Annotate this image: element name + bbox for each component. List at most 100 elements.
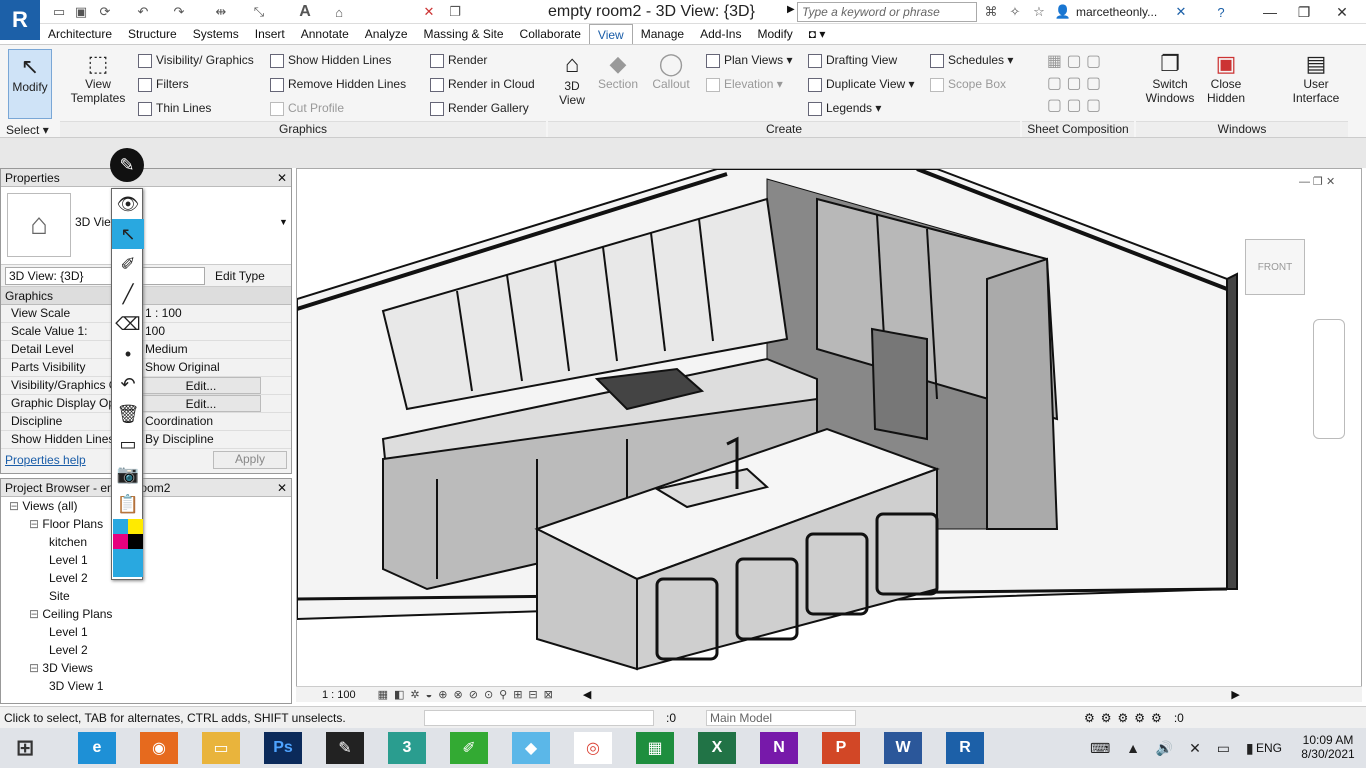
collapse-icon[interactable]: ⊟ — [29, 607, 42, 621]
render-button[interactable]: Render — [430, 53, 487, 68]
close-inactive-icon[interactable]: ✕ — [420, 3, 438, 21]
close-icon[interactable]: ✕ — [277, 171, 287, 185]
undo-icon[interactable]: ↶ — [112, 369, 144, 399]
redo-icon[interactable]: ↷ — [170, 3, 188, 21]
pen-app-icon[interactable]: ✎ — [326, 732, 364, 764]
binoculars-icon[interactable]: ⌘ — [982, 3, 1000, 21]
viewport-window-controls[interactable]: — ❐ ✕ — [1299, 175, 1335, 188]
property-value[interactable]: Coordination — [141, 413, 261, 430]
view-scale[interactable]: 1 : 100 — [322, 689, 356, 701]
browser-tree-item[interactable]: Level 1 — [1, 625, 291, 643]
remove-hidden-lines-button[interactable]: Remove Hidden Lines — [270, 77, 406, 92]
scope-box-button[interactable]: Scope Box — [930, 77, 1006, 92]
clipboard-icon[interactable]: 📋 — [112, 489, 144, 519]
search-expand-icon[interactable]: ▶ — [787, 4, 795, 15]
render-gallery-button[interactable]: Render Gallery — [430, 101, 529, 116]
instance-selector[interactable]: 3D View: {3D} — [5, 266, 205, 285]
close-icon[interactable]: ✕ — [277, 481, 287, 495]
kitchen-3d-model[interactable] — [296, 167, 1363, 687]
visibility-graphics-button[interactable]: Visibility/ Graphics — [138, 53, 254, 68]
modify-button[interactable]: ↖ Modify — [8, 49, 52, 119]
favorites-star-icon[interactable]: ☆ — [1030, 3, 1048, 21]
property-value[interactable]: 100 — [141, 323, 261, 340]
search-input[interactable]: Type a keyword or phrase — [797, 2, 977, 22]
property-row[interactable]: Detail Level Medium — [1, 341, 291, 359]
internet-explorer-icon[interactable]: e — [78, 732, 116, 764]
property-row[interactable]: Parts Visibility Show Original — [1, 359, 291, 377]
tab-collaborate[interactable]: Collaborate — [512, 24, 589, 44]
save-icon[interactable]: ▣ — [72, 3, 90, 21]
property-value[interactable]: Medium — [141, 341, 261, 358]
property-row[interactable]: View Scale 1 : 100 — [1, 305, 291, 323]
tab-analyze[interactable]: Analyze — [357, 24, 416, 44]
collapse-icon[interactable]: ⊟ — [29, 517, 42, 531]
subscription-icon[interactable]: ✧ — [1006, 3, 1024, 21]
browser-tree-item[interactable]: Level 1 — [1, 553, 291, 571]
3ds-max-icon[interactable]: 3 — [388, 732, 426, 764]
scroll-left-icon[interactable]: ◀ — [583, 688, 591, 701]
tab-systems[interactable]: Systems — [185, 24, 247, 44]
word-icon[interactable]: W — [884, 732, 922, 764]
browser-tree-item[interactable]: 3D View 1 — [1, 679, 291, 697]
camera-icon[interactable]: 📷 — [112, 459, 144, 489]
sketchbook-icon[interactable]: ✐ — [450, 732, 488, 764]
property-value[interactable]: 1 : 100 — [141, 305, 261, 322]
browser-tree-item[interactable]: ⊟ 3D Views — [1, 661, 291, 679]
drafting-view-button[interactable]: Drafting View — [808, 53, 897, 68]
select-dropdown[interactable]: Select ▾ — [6, 123, 49, 137]
browser-tree-item[interactable]: Site — [1, 589, 291, 607]
design-option-dropdown[interactable]: Main Model — [706, 709, 857, 726]
property-row[interactable]: Graphic Display Opt... Edit... — [1, 395, 291, 413]
close-hidden-button[interactable]: ▣ Close Hidden — [1200, 51, 1252, 105]
undo-icon[interactable]: ↶ — [134, 3, 152, 21]
thin-lines-button[interactable]: Thin Lines — [138, 101, 211, 116]
scroll-right-icon[interactable]: ▶ — [1231, 688, 1239, 701]
revit-taskbar-icon[interactable]: R — [946, 732, 984, 764]
revit-logo-button[interactable]: R — [0, 0, 40, 40]
browser-tree-item[interactable]: Level 2 — [1, 571, 291, 589]
dot-icon[interactable]: • — [112, 339, 144, 369]
browser-tree-item[interactable]: ⊟ Views (all) — [1, 499, 291, 517]
tab-annotate[interactable]: Annotate — [293, 24, 357, 44]
user-name[interactable]: marcetheonly... — [1076, 5, 1157, 19]
user-icon[interactable]: 👤 — [1054, 3, 1072, 21]
property-row[interactable]: Scale Value 1: 100 — [1, 323, 291, 341]
measure-icon[interactable]: ⇹ — [212, 3, 230, 21]
eye-icon[interactable]: 👁 — [112, 189, 144, 219]
3d-view-icon[interactable]: ⌂ — [330, 3, 348, 21]
input-language[interactable]: ENG — [1256, 741, 1282, 755]
cursor-icon[interactable]: ↖ — [112, 219, 144, 249]
tab-add-ins[interactable]: Add-Ins — [692, 24, 749, 44]
edit-type-button[interactable]: Edit Type — [215, 269, 265, 283]
tab-view[interactable]: View — [588, 24, 633, 44]
sheet-composition-tools[interactable]: ▦ ▢ ▢ ▢ ▢ ▢ ▢ ▢ ▢ — [1034, 51, 1114, 117]
excel-icon[interactable]: X — [698, 732, 736, 764]
browser-tree-item[interactable]: kitchen — [1, 535, 291, 553]
property-row[interactable]: Visibility/Graphics O... Edit... — [1, 377, 291, 395]
tab-insert[interactable]: Insert — [247, 24, 293, 44]
tab-manage[interactable]: Manage — [633, 24, 692, 44]
view-control-icons[interactable]: ▦◧✲◒⊕⊗⊘⊙⚲⊞⊟⊠ — [378, 688, 559, 701]
type-selector[interactable]: ⌂ 3D View ▼ — [1, 187, 291, 265]
line-icon[interactable]: ╱ — [112, 279, 144, 309]
tab-structure[interactable]: Structure — [120, 24, 185, 44]
show-hidden-lines-button[interactable]: Show Hidden Lines — [270, 53, 391, 68]
graphics-section-header[interactable]: Graphics — [1, 287, 291, 305]
calculator-icon[interactable]: ▦ — [636, 732, 674, 764]
tab-architecture[interactable]: Architecture — [40, 24, 120, 44]
open-icon[interactable]: ▭ — [50, 3, 68, 21]
exchange-icon[interactable]: ✕ — [1172, 3, 1190, 21]
elevation-button[interactable]: Elevation ▾ — [706, 77, 783, 92]
help-icon[interactable]: ? — [1212, 3, 1230, 21]
tab-massing-site[interactable]: Massing & Site — [416, 24, 512, 44]
chrome-icon[interactable]: ◎ — [574, 732, 612, 764]
browser-tree-item[interactable]: ⊟ Floor Plans — [1, 517, 291, 535]
sync-icon[interactable]: ⟳ — [96, 3, 114, 21]
system-tray-icons[interactable]: ⌨ ▲ 🔊 ✕ ▭ ▮ — [1090, 740, 1260, 757]
legends-button[interactable]: Legends ▾ — [808, 101, 881, 116]
pen-tool-icon[interactable]: ✎ — [110, 148, 144, 182]
windows-start-icon[interactable]: ⊞ — [6, 732, 44, 764]
photoshop-icon[interactable]: Ps — [264, 732, 302, 764]
duplicate-view-button[interactable]: Duplicate View ▾ — [808, 77, 915, 92]
switch-windows-icon[interactable]: ❐ — [446, 3, 464, 21]
